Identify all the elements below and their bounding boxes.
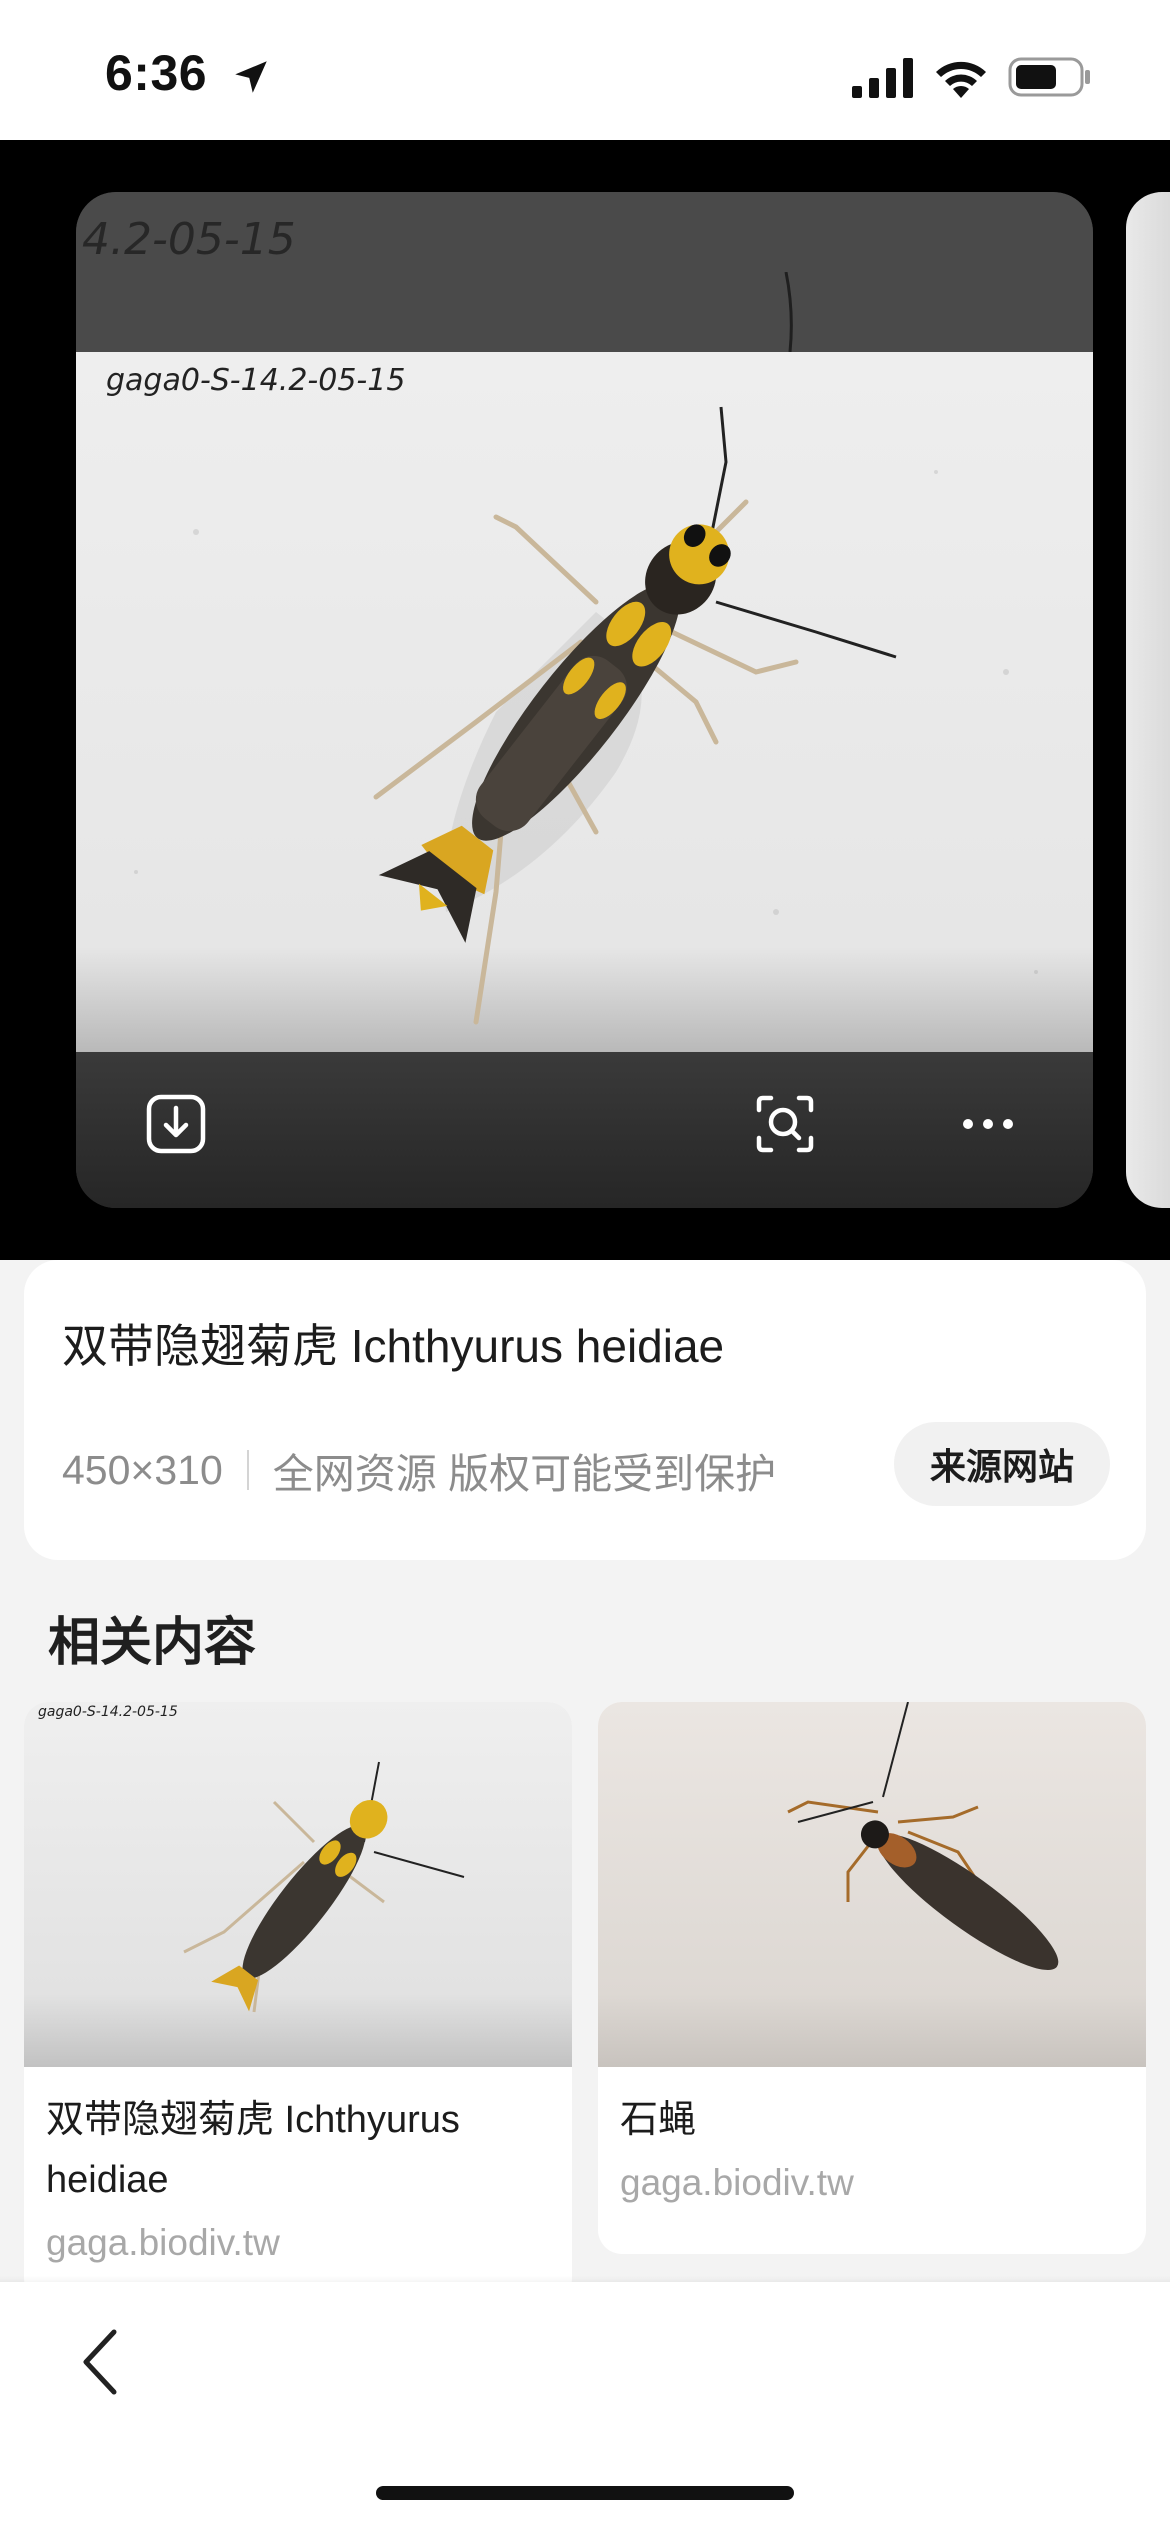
- card-top-band: 4.2-05-15: [76, 192, 1093, 352]
- meta-divider: [246, 1450, 249, 1490]
- image-meta: 450×310 全网资源 版权可能受到保护: [62, 1440, 776, 1500]
- related-title[interactable]: 石蝇: [620, 2090, 1130, 2150]
- more-icon[interactable]: [956, 1092, 1020, 1156]
- download-icon[interactable]: [144, 1092, 208, 1156]
- source-site-button[interactable]: 来源网站: [894, 1422, 1110, 1506]
- related-thumbnail[interactable]: gaga0-S-14.2-05-15: [24, 1702, 572, 2067]
- related-thumbnail[interactable]: [598, 1702, 1146, 2067]
- next-image-card-peek[interactable]: [1126, 192, 1170, 1208]
- related-specimen-label: gaga0-S-14.2-05-15: [38, 1704, 178, 1720]
- related-title[interactable]: 双带隐翅菊虎 Ichthyurus heidiae: [46, 2090, 556, 2210]
- location-arrow-icon: [235, 61, 267, 93]
- back-chevron-icon[interactable]: [70, 2322, 130, 2402]
- card-toolbar: [76, 1052, 1093, 1208]
- insect-photo[interactable]: gaga0-S-14.2-05-15: [76, 352, 1093, 1052]
- cellular-signal-icon: [852, 58, 913, 98]
- image-title: 双带隐翅菊虎 Ichthyurus heidiae: [62, 1320, 725, 1372]
- related-source: gaga.biodiv.tw: [620, 2162, 854, 2203]
- blurred-specimen-label: 4.2-05-15: [82, 214, 296, 265]
- battery-icon: [1008, 57, 1090, 97]
- related-source: gaga.biodiv.tw: [46, 2222, 280, 2263]
- specimen-label: gaga0-S-14.2-05-15: [106, 363, 405, 398]
- image-viewer[interactable]: 4.2-05-15 gaga0-S-14.2-05-15: [0, 140, 1170, 1260]
- wifi-icon: [936, 61, 986, 98]
- related-heading: 相关内容: [48, 1614, 257, 1672]
- status-bar: 6:36: [0, 0, 1170, 140]
- status-time: 6:36: [105, 45, 208, 101]
- image-preview-card[interactable]: 4.2-05-15 gaga0-S-14.2-05-15: [76, 192, 1093, 1208]
- visual-search-icon[interactable]: [753, 1092, 817, 1156]
- image-dimensions: 450×310: [62, 1446, 223, 1493]
- related-item-1[interactable]: gaga0-S-14.2-05-15 双带隐翅菊虎 Ichthyurus hei…: [24, 1702, 572, 2302]
- copyright-notice: 全网资源 版权可能受到保护: [272, 1451, 777, 1497]
- home-indicator[interactable]: [376, 2486, 794, 2500]
- image-info-card: 双带隐翅菊虎 Ichthyurus heidiae 450×310 全网资源 版…: [24, 1260, 1146, 1560]
- related-item-2[interactable]: 石蝇 gaga.biodiv.tw: [598, 1702, 1146, 2254]
- blurred-antenna: [784, 272, 793, 352]
